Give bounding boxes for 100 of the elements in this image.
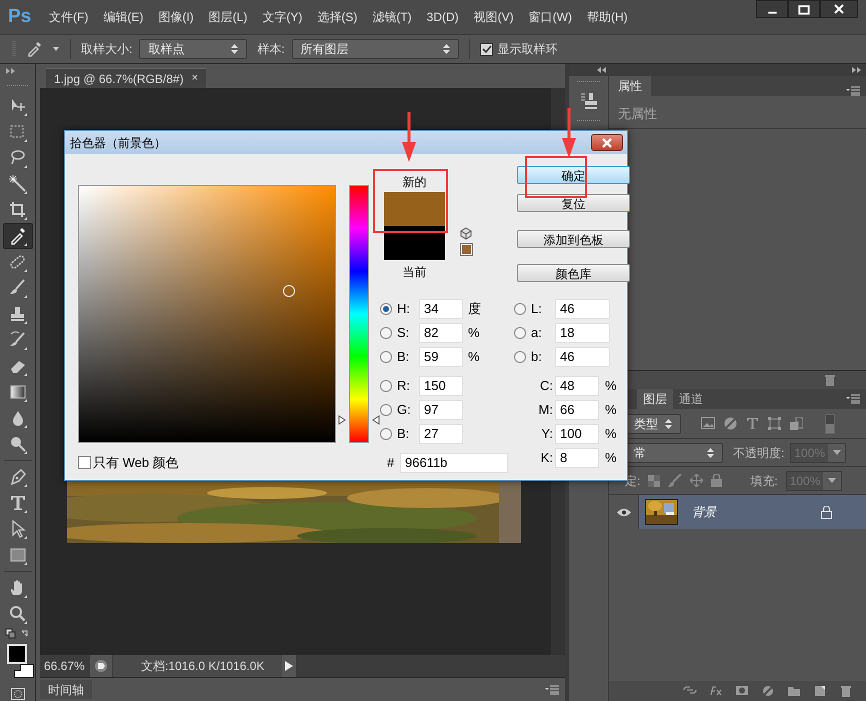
fx-icon[interactable] (708, 685, 722, 697)
play-icon[interactable] (285, 661, 293, 671)
menu-item[interactable]: 文件(F) (49, 8, 88, 26)
image-filter-icon[interactable] (701, 417, 715, 429)
value-field[interactable]: 150 (419, 376, 463, 396)
cube-icon[interactable] (460, 227, 472, 240)
checkbox[interactable] (78, 456, 91, 470)
radio-button[interactable] (380, 351, 392, 363)
color-field[interactable] (78, 185, 336, 443)
radio-button[interactable] (514, 327, 526, 339)
background-color-swatch[interactable] (14, 664, 34, 678)
layers-panel-tab[interactable]: 通道 (673, 389, 709, 409)
type-filter-icon[interactable] (746, 417, 759, 430)
menu-item[interactable]: 帮助(H) (586, 8, 628, 26)
brush-icon[interactable] (8, 278, 28, 298)
hex-field[interactable]: 96611b (400, 453, 508, 473)
dialog-button[interactable]: 确定 (517, 166, 630, 184)
expand-icon[interactable] (852, 67, 862, 73)
menu-item[interactable]: 选择(S) (317, 8, 358, 26)
crop-icon[interactable] (8, 200, 28, 220)
value-field[interactable]: 48 (555, 376, 599, 396)
radio-button[interactable] (514, 303, 526, 315)
menu-item[interactable]: 编辑(E) (103, 8, 144, 26)
radio-button[interactable] (380, 428, 392, 440)
field-label: C: (539, 377, 554, 396)
adjustment-filter-icon[interactable] (724, 417, 737, 430)
history-icon[interactable] (8, 330, 28, 350)
menu-item[interactable]: 视图(V) (474, 8, 514, 26)
value-field[interactable]: 18 (555, 323, 610, 343)
value-field[interactable]: 46 (555, 299, 610, 319)
slider-thumb[interactable] (338, 414, 380, 425)
timeline-tab[interactable]: 时间轴 (40, 680, 92, 699)
folder-icon[interactable] (786, 685, 800, 697)
eye-icon[interactable] (616, 508, 630, 516)
panel-menu-icon[interactable] (545, 684, 559, 694)
radio-button[interactable] (380, 327, 392, 339)
trash-icon[interactable] (824, 374, 836, 386)
sample-dropdown[interactable]: 所有图层 (292, 39, 459, 59)
radio-button[interactable] (380, 380, 392, 392)
dialog-button[interactable]: 复位 (517, 194, 630, 212)
value-field[interactable]: 97 (419, 400, 463, 420)
updown-arrows-icon[interactable] (707, 448, 714, 458)
layers-panel-tab[interactable]: 图层 (637, 389, 673, 409)
eyedropper-tool[interactable] (2, 223, 32, 249)
quick-mask-icon[interactable] (10, 688, 24, 700)
document-tab[interactable]: 1.jpg @ 66.7%(RGB/8#) × (46, 68, 206, 88)
updown-arrows-icon[interactable] (665, 418, 672, 428)
menu-item[interactable]: 图层(L) (208, 8, 248, 26)
zoom-icon[interactable] (8, 604, 28, 624)
new-layer-icon[interactable] (812, 685, 826, 697)
hue-spectrum[interactable] (349, 185, 369, 443)
eyedropper-icon[interactable] (26, 41, 42, 57)
share-icon[interactable] (94, 659, 108, 673)
close-button[interactable] (591, 134, 623, 151)
radio-button[interactable] (380, 303, 392, 315)
value-field[interactable]: 34 (419, 299, 463, 319)
swap-colors-icon[interactable] (4, 628, 30, 641)
caret-icon[interactable] (52, 46, 60, 52)
clone-source-icon[interactable] (578, 91, 598, 111)
mask-icon[interactable] (734, 685, 748, 697)
properties-tab[interactable]: 属性 (609, 76, 651, 96)
smart-object-filter-icon[interactable] (790, 417, 803, 430)
blend-mode-dropdown[interactable]: 常 (625, 442, 723, 462)
dialog-button[interactable]: 颜色库 (517, 264, 630, 282)
panel-menu-icon[interactable] (846, 394, 860, 404)
value-field[interactable]: 66 (555, 400, 599, 420)
menu-item[interactable]: 滤镜(T) (372, 8, 412, 26)
value-field[interactable]: 46 (555, 347, 610, 367)
color-marker[interactable] (282, 284, 295, 297)
filter-dropdown[interactable]: 类型 (625, 414, 681, 434)
value-field[interactable]: 59 (419, 347, 463, 367)
updown-arrows-icon[interactable] (231, 44, 238, 54)
close-tab-button[interactable]: × (192, 70, 198, 87)
shape-filter-icon[interactable] (768, 417, 781, 430)
toggle-switch-icon[interactable] (825, 414, 835, 434)
radio-button[interactable] (514, 351, 526, 363)
dialog-button[interactable]: 添加到色板 (517, 230, 630, 248)
adjustment-icon[interactable] (760, 685, 774, 697)
value-field[interactable]: 8 (555, 448, 599, 468)
web-color-swatch-icon[interactable] (460, 243, 472, 256)
menu-item[interactable]: 窗口(W) (528, 8, 572, 26)
menu-item[interactable]: 文字(Y) (262, 8, 302, 26)
updown-arrows-icon[interactable] (442, 44, 450, 54)
collapse-icon[interactable] (597, 67, 607, 73)
panel-menu-icon[interactable] (846, 86, 860, 96)
radio-button[interactable] (380, 404, 392, 416)
value-field[interactable]: 27 (419, 424, 463, 444)
value-field[interactable]: 82 (419, 323, 463, 343)
menu-item[interactable]: 3D(D) (426, 8, 459, 26)
expand-icon[interactable] (6, 68, 16, 74)
menu-item[interactable]: 图像(I) (158, 8, 194, 26)
layer-row[interactable]: 背景 (639, 495, 866, 529)
trash-icon[interactable] (838, 685, 852, 697)
play-button[interactable] (282, 655, 296, 677)
foreground-color-swatch[interactable] (6, 644, 26, 664)
wand-icon[interactable] (8, 174, 28, 194)
value-field[interactable]: 100 (555, 424, 599, 444)
close-button[interactable] (820, 0, 858, 18)
sample-size-dropdown[interactable]: 取样点 (139, 39, 248, 59)
field-label: # (386, 454, 396, 472)
